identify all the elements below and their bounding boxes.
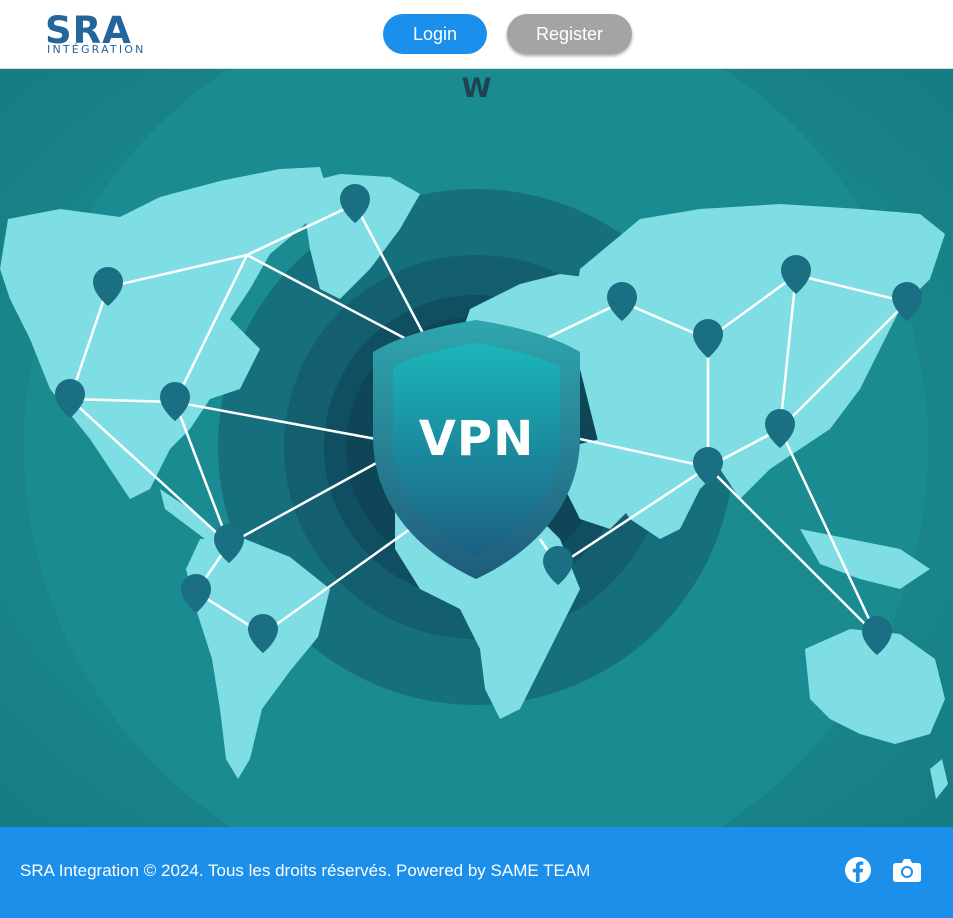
- camera-icon[interactable]: [892, 855, 922, 885]
- site-header: SRA INTÉGRATION Login Register: [0, 0, 953, 69]
- copyright-text: SRA Integration © 2024. Tous les droits …: [20, 861, 591, 880]
- sra-logo[interactable]: SRA INTÉGRATION: [45, 11, 161, 59]
- vpn-label: VPN: [418, 411, 535, 467]
- hero-banner: W VPN: [0, 69, 953, 827]
- facebook-icon[interactable]: [843, 855, 873, 885]
- register-button[interactable]: Register: [507, 14, 632, 54]
- site-footer: SRA Integration © 2024. Tous les droits …: [0, 827, 953, 918]
- login-button[interactable]: Login: [383, 14, 487, 54]
- hero-letter: W: [461, 73, 492, 104]
- logo-subtitle: INTÉGRATION: [47, 43, 146, 56]
